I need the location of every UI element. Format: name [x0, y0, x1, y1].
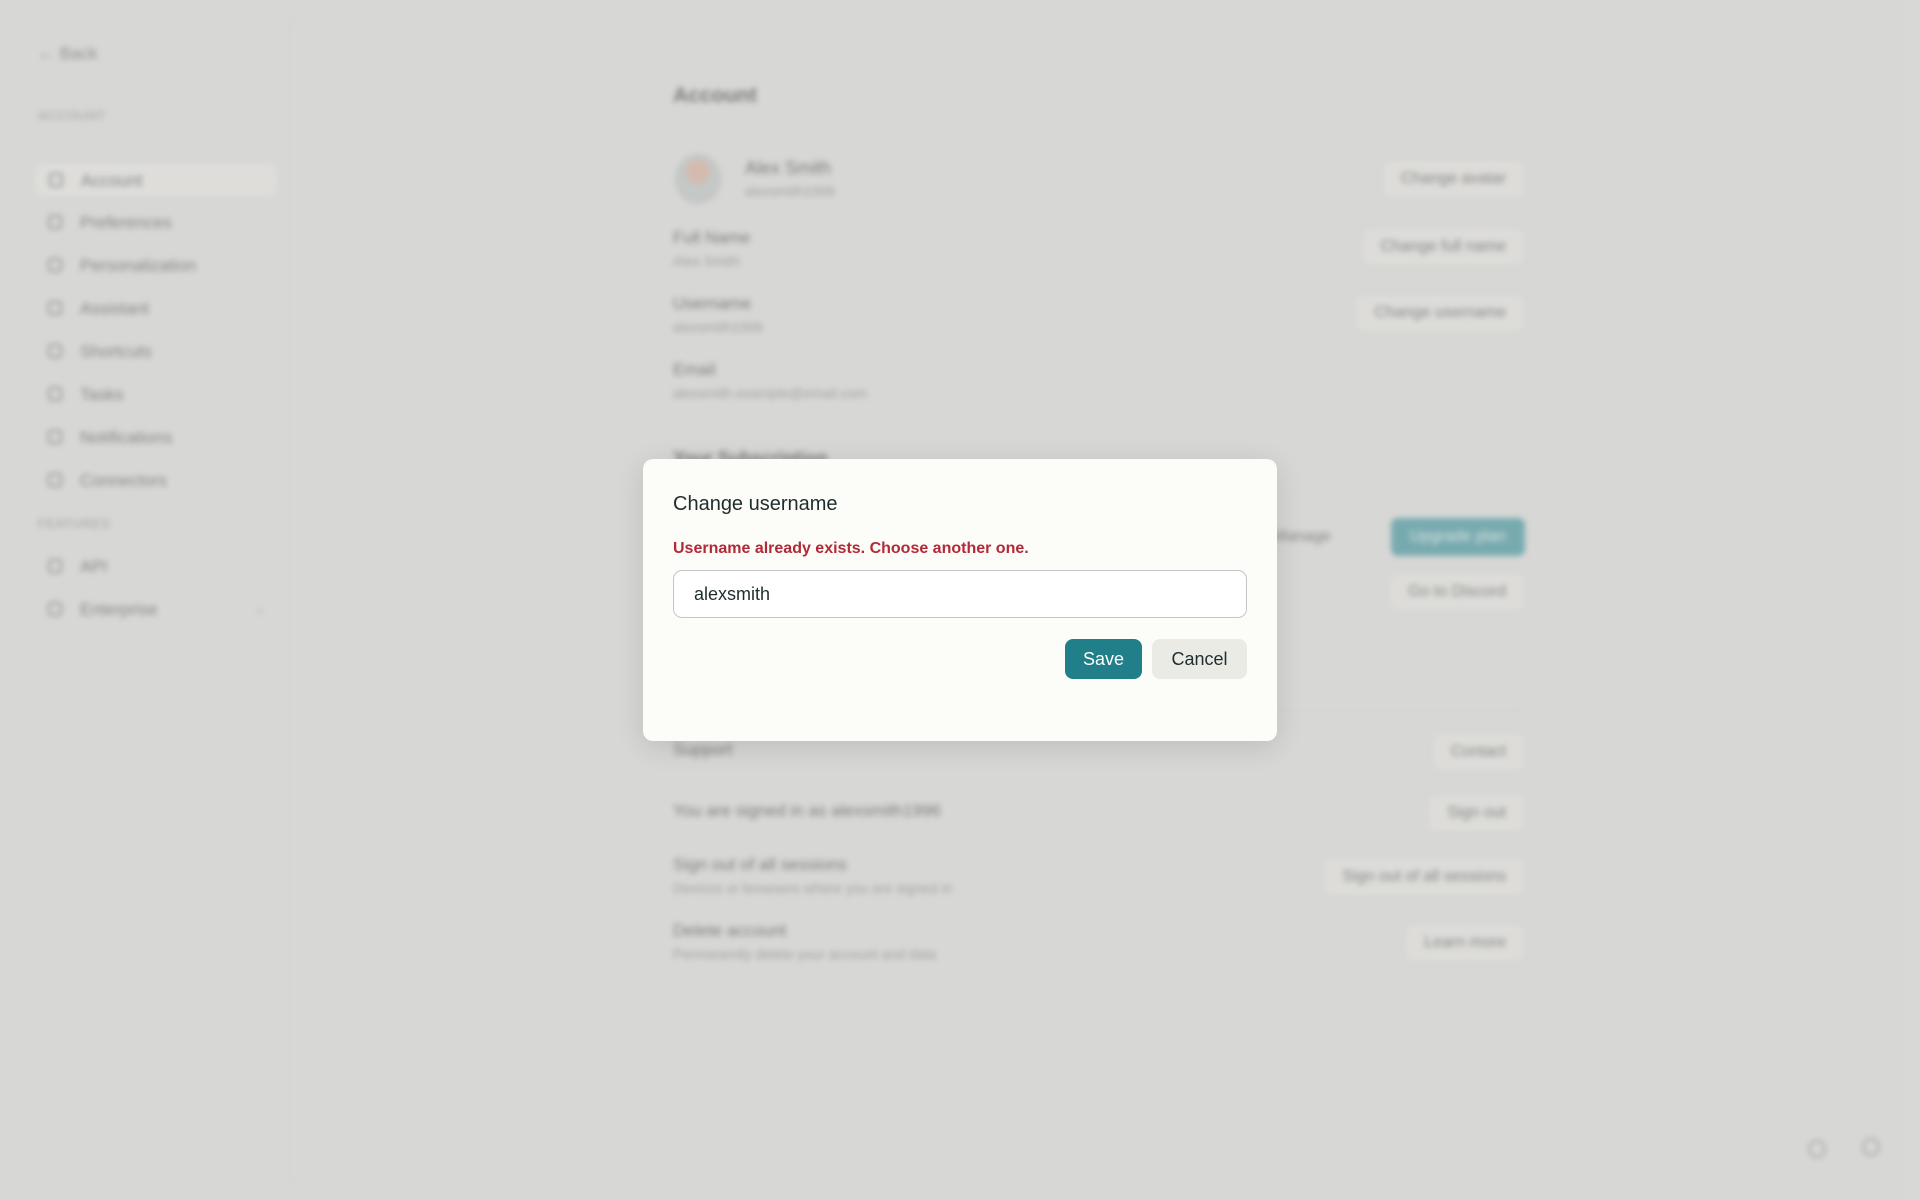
cancel-button[interactable]: Cancel [1152, 639, 1247, 679]
dialog-title: Change username [673, 493, 838, 515]
save-button[interactable]: Save [1065, 639, 1142, 679]
error-message: Username already exists. Choose another … [673, 540, 1029, 557]
username-input[interactable] [673, 570, 1247, 618]
change-username-dialog: Change username Username already exists.… [643, 459, 1277, 741]
